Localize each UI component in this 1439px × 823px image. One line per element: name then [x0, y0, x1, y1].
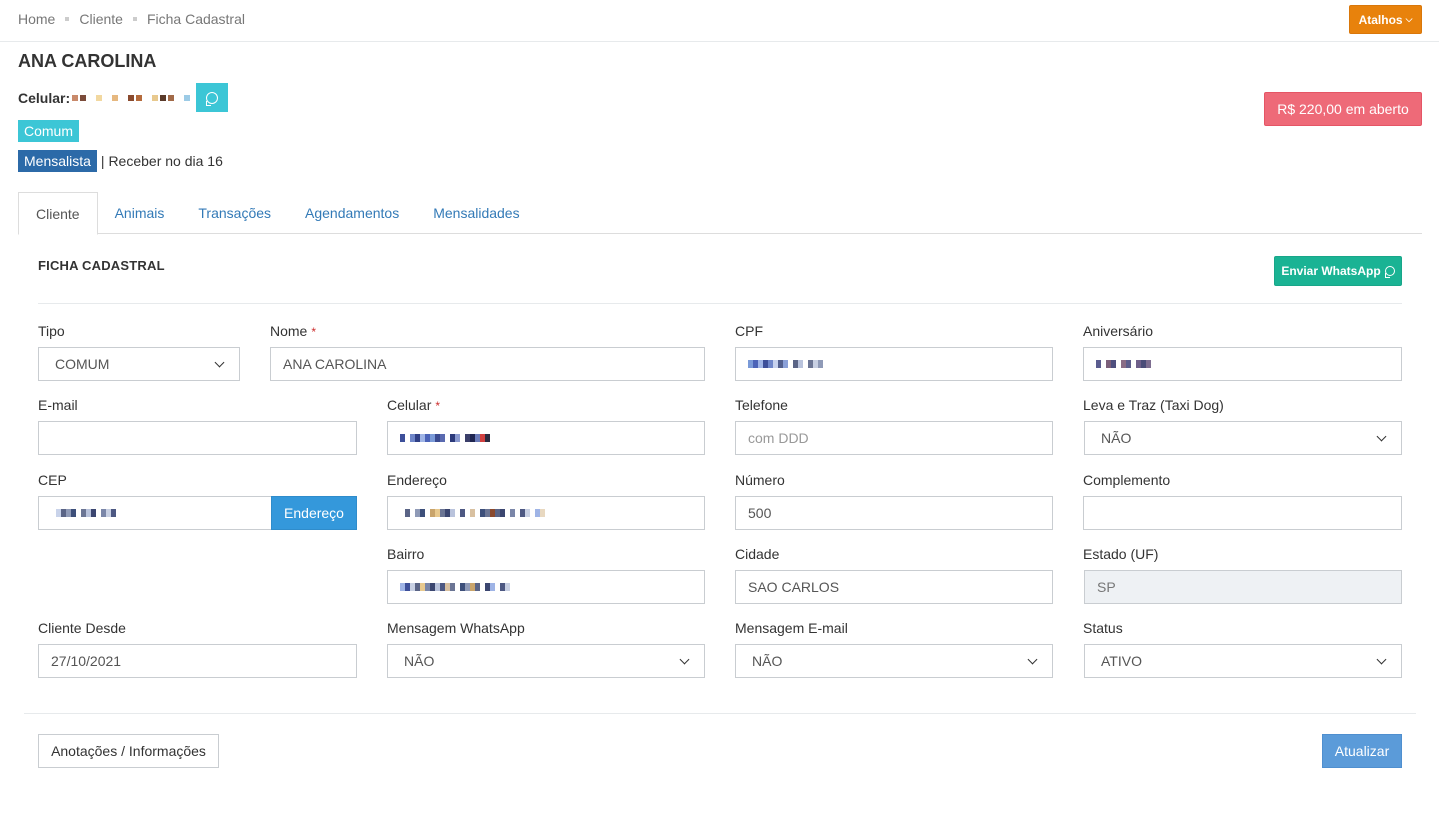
tipo-value: COMUM — [55, 356, 110, 372]
celular-line: Celular: — [18, 83, 229, 112]
section-title: FICHA CADASTRAL — [38, 258, 165, 273]
celular-label-text: Celular — [387, 397, 432, 413]
cpf-input[interactable] — [735, 347, 1053, 381]
footer-divider — [24, 713, 1416, 714]
numero-input[interactable] — [735, 496, 1053, 530]
cep-label: CEP — [38, 472, 67, 488]
mensalista-info: | Receber no dia 16 — [100, 153, 223, 169]
tipo-label: Tipo — [38, 323, 65, 339]
msg-email-select[interactable]: NÃO — [735, 644, 1053, 678]
chevron-down-icon — [1376, 654, 1387, 664]
leva-traz-label: Leva e Traz (Taxi Dog) — [1083, 397, 1224, 413]
status-label: Status — [1083, 620, 1123, 636]
tab-transacoes[interactable]: Transações — [181, 192, 288, 234]
mensalista-badge: Mensalista — [18, 150, 97, 172]
breadcrumb-home[interactable]: Home — [18, 11, 55, 27]
msg-email-value: NÃO — [752, 653, 783, 669]
email-input[interactable] — [38, 421, 357, 455]
estado-input — [1084, 570, 1402, 604]
section-divider — [38, 303, 1402, 304]
endereco-label: Endereço — [387, 472, 447, 488]
shortcuts-button[interactable]: Atalhos ⌵ — [1349, 5, 1422, 34]
msg-whatsapp-label: Mensagem WhatsApp — [387, 620, 525, 636]
status-select[interactable]: ATIVO — [1084, 644, 1402, 678]
notes-button[interactable]: Anotações / Informações — [38, 734, 219, 768]
aniversario-input[interactable] — [1083, 347, 1402, 381]
bairro-label: Bairro — [387, 546, 425, 562]
celular-field-label: Celular * — [387, 397, 440, 413]
tab-mensalidades[interactable]: Mensalidades — [416, 192, 536, 234]
cliente-desde-label: Cliente Desde — [38, 620, 126, 636]
msg-email-label: Mensagem E-mail — [735, 620, 848, 636]
celular-input[interactable] — [387, 421, 705, 455]
cep-input[interactable] — [38, 496, 272, 530]
celular-label: Celular: — [18, 89, 71, 106]
chevron-down-icon: ⌵ — [1405, 14, 1413, 24]
telefone-label: Telefone — [735, 397, 788, 413]
client-type-badge: Comum — [18, 120, 80, 142]
chevron-down-icon — [1376, 431, 1387, 441]
whatsapp-icon — [1384, 266, 1395, 278]
telefone-input[interactable] — [735, 421, 1053, 455]
breadcrumb-cliente[interactable]: Cliente — [79, 11, 123, 27]
shortcuts-label: Atalhos — [1358, 12, 1403, 27]
tab-cliente[interactable]: Cliente — [18, 192, 98, 235]
breadcrumb-current: Ficha Cadastral — [146, 11, 245, 27]
chevron-down-icon — [1027, 654, 1038, 664]
msg-whatsapp-select[interactable]: NÃO — [387, 644, 705, 678]
breadcrumb: Home Cliente Ficha Cadastral — [18, 11, 245, 27]
tab-animais[interactable]: Animais — [98, 192, 182, 234]
aniversario-label: Aniversário — [1083, 323, 1154, 339]
numero-label: Número — [735, 472, 785, 488]
complemento-input[interactable] — [1083, 496, 1402, 530]
breadcrumb-separator — [65, 17, 70, 21]
mensalista-line: Mensalista | Receber no dia 16 — [18, 150, 223, 172]
msg-whatsapp-value: NÃO — [404, 653, 435, 669]
cidade-label: Cidade — [735, 546, 780, 562]
tab-bar: Cliente Animais Transações Agendamentos … — [18, 192, 1422, 235]
nome-label: Nome * — [270, 323, 316, 339]
cliente-desde-input[interactable] — [38, 644, 357, 678]
client-name: ANA CAROLINA — [18, 51, 157, 71]
lookup-address-button[interactable]: Endereço — [271, 496, 357, 530]
update-button[interactable]: Atualizar — [1322, 734, 1402, 768]
status-value: ATIVO — [1101, 653, 1142, 669]
complemento-label: Complemento — [1083, 472, 1171, 488]
top-bar: Home Cliente Ficha Cadastral Atalhos ⌵ — [0, 0, 1439, 42]
tab-agendamentos[interactable]: Agendamentos — [288, 192, 416, 234]
tipo-select[interactable]: COMUM — [38, 347, 240, 381]
endereco-input[interactable] — [387, 496, 705, 530]
nome-label-text: Nome — [270, 323, 308, 339]
open-amount-button[interactable]: R$ 220,00 em aberto — [1264, 92, 1422, 126]
chevron-down-icon — [214, 357, 225, 367]
breadcrumb-separator — [132, 17, 137, 21]
leva-traz-value: NÃO — [1101, 430, 1132, 446]
leva-traz-select[interactable]: NÃO — [1084, 421, 1402, 455]
email-label: E-mail — [38, 397, 78, 413]
whatsapp-chat-button[interactable] — [196, 83, 229, 112]
send-whatsapp-button[interactable]: Enviar WhatsApp — [1274, 256, 1402, 286]
chevron-down-icon — [679, 654, 690, 664]
bairro-input[interactable] — [387, 570, 705, 604]
required-marker: * — [435, 399, 441, 413]
required-marker: * — [311, 325, 317, 339]
whatsapp-icon — [206, 91, 219, 106]
estado-label: Estado (UF) — [1083, 546, 1159, 562]
masked-phone — [72, 94, 191, 101]
cpf-label: CPF — [735, 323, 763, 339]
send-whatsapp-label: Enviar WhatsApp — [1281, 264, 1381, 278]
nome-input[interactable] — [270, 347, 705, 381]
cidade-input[interactable] — [735, 570, 1053, 604]
